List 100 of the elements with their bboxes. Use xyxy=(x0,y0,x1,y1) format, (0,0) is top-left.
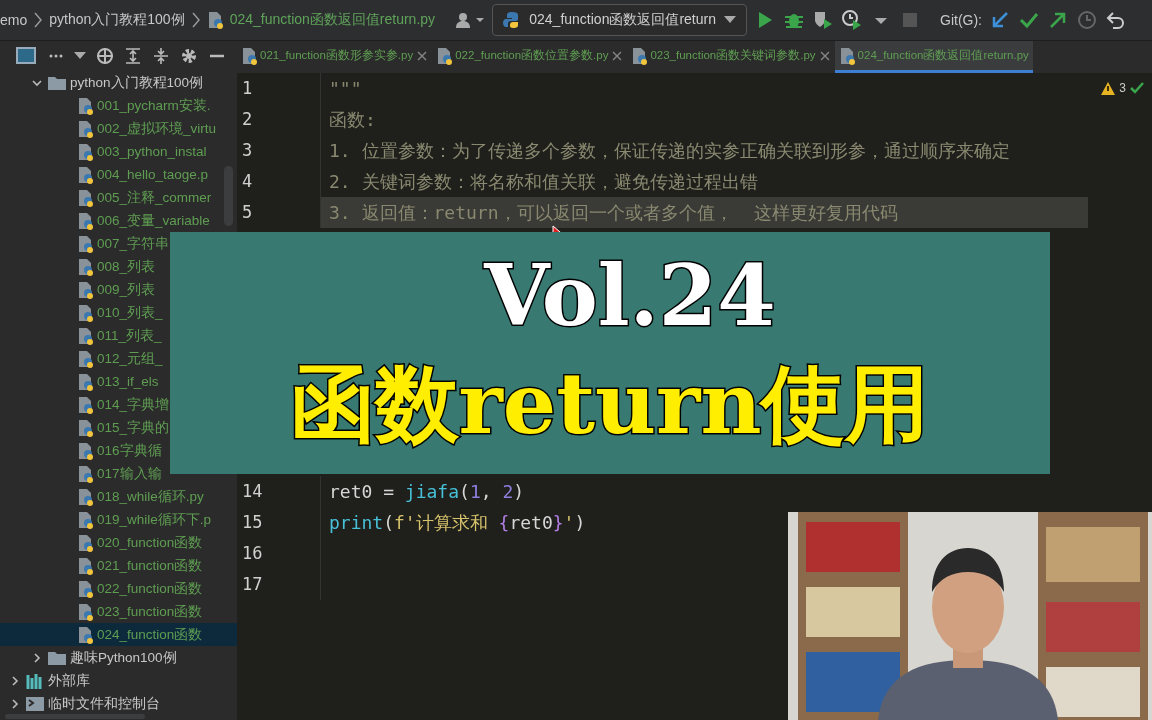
code-line: print(f'计算求和 {ret0}') xyxy=(328,511,587,535)
crosshair-icon[interactable] xyxy=(96,47,114,65)
code-line: 2. 关键词参数：将名称和值关联，避免传递过程出错 xyxy=(328,170,759,194)
tree-row[interactable]: 001_pycharm安装. xyxy=(0,94,213,117)
python-file-icon xyxy=(77,96,93,115)
user-icon[interactable] xyxy=(455,11,486,29)
tree-row[interactable]: 009_列表 xyxy=(0,278,158,301)
caret-down-icon[interactable] xyxy=(74,52,86,60)
file-name: 013_if_els xyxy=(97,374,159,389)
python-file-icon xyxy=(77,418,93,437)
tree-item[interactable]: 趣味Python100例 xyxy=(70,648,177,667)
caret-down-icon xyxy=(724,16,736,24)
more-icon[interactable] xyxy=(48,53,64,59)
python-file-icon xyxy=(77,464,93,483)
clock-run-icon[interactable] xyxy=(841,9,863,31)
file-name: 021_function函数 xyxy=(97,556,203,575)
python-file-icon xyxy=(77,211,93,230)
file-name: 012_元组_ xyxy=(97,349,163,368)
undo-icon[interactable] xyxy=(1105,9,1127,31)
python-file-icon xyxy=(77,234,93,253)
chevron-right-icon xyxy=(34,12,43,28)
python-file-icon xyxy=(77,510,93,529)
line-number: 16 xyxy=(237,538,321,569)
tree-row[interactable]: 019_while循环下.p xyxy=(0,508,214,531)
python-file-icon xyxy=(77,487,93,506)
python-file-icon xyxy=(77,280,93,299)
code-line: 1. 位置参数：为了传递多个参数，保证传递的实参正确关联到形参，通过顺序来确定 xyxy=(328,139,1011,163)
tree-row[interactable]: 020_function函数 xyxy=(0,531,205,554)
python-file-icon xyxy=(77,257,93,276)
tree-row[interactable]: 010_列表_ xyxy=(0,301,165,324)
file-name: 007_字符串 xyxy=(97,234,170,253)
python-file-icon xyxy=(77,165,93,184)
editor-tab[interactable]: 023_function函数关键词参数.py xyxy=(627,41,835,73)
python-file-icon xyxy=(77,533,93,552)
tree-row[interactable]: 024_function函数 xyxy=(0,623,237,646)
breadcrumb-item[interactable]: python入门教程100例 xyxy=(49,11,185,29)
tree-row[interactable]: 002_虚拟环境_virtu xyxy=(0,117,219,140)
tree-item[interactable]: 临时文件和控制台 xyxy=(48,694,160,713)
python-file-icon xyxy=(77,395,93,414)
editor-tab[interactable]: 021_function函数形参实参.py xyxy=(237,41,433,73)
close-icon[interactable] xyxy=(818,49,831,62)
python-file-icon xyxy=(241,46,257,65)
file-name: 019_while循环下.p xyxy=(97,510,212,529)
expand-all-icon[interactable] xyxy=(124,47,142,65)
close-icon[interactable] xyxy=(611,49,624,62)
tree-row[interactable]: 004_hello_taoge.p xyxy=(0,163,211,186)
tree-row[interactable]: 015_字典的 xyxy=(0,416,172,439)
tree-row[interactable]: 017输入输 xyxy=(0,462,164,485)
line-number: 15 xyxy=(237,507,321,538)
tree-row[interactable]: 008_列表 xyxy=(0,255,158,278)
file-name: 017输入输 xyxy=(97,464,162,483)
editor-tab[interactable]: 022_function函数位置参数.py xyxy=(432,41,628,73)
tree-item[interactable]: python入门教程100例 xyxy=(70,73,204,92)
folder-icon xyxy=(48,650,66,665)
close-icon[interactable] xyxy=(416,49,429,62)
tree-row[interactable]: 011_列表_ xyxy=(0,324,164,347)
python-file-icon xyxy=(631,46,648,65)
file-name: 023_function函数 xyxy=(97,602,203,621)
tree-row[interactable]: 013_if_els xyxy=(0,370,161,393)
chevron-right-icon xyxy=(191,12,200,28)
python-file-icon xyxy=(77,188,93,207)
line-number: 2 xyxy=(237,104,321,135)
run-config-dropdown[interactable]: 024_function函数返回值return xyxy=(492,4,747,36)
python-file-icon xyxy=(77,119,93,138)
file-name: 003_python_instal xyxy=(97,144,207,159)
tree-row[interactable]: 003_python_instal xyxy=(0,140,209,163)
warning-count[interactable]: 3 xyxy=(1119,81,1126,95)
python-file-icon xyxy=(838,46,855,65)
tree-row[interactable]: 007_字符串 xyxy=(0,232,172,255)
tree-row[interactable]: 012_元组_ xyxy=(0,347,165,370)
tree-row[interactable]: 014_字典增 xyxy=(0,393,172,416)
tree-row[interactable]: 022_function函数 xyxy=(0,577,205,600)
breadcrumb-item[interactable]: emo xyxy=(0,12,28,28)
shield-run-icon[interactable] xyxy=(812,9,834,31)
file-name: 010_列表_ xyxy=(97,303,163,322)
python-file-icon xyxy=(77,625,93,644)
file-name: 022_function函数 xyxy=(97,579,203,598)
tree-row[interactable]: 021_function函数 xyxy=(0,554,205,577)
breadcrumb-item[interactable]: 024_function函数返回值return.py xyxy=(229,11,436,29)
tree-row[interactable]: 006_变量_variable xyxy=(0,209,212,232)
code-line: """ xyxy=(328,77,363,101)
python-file-icon xyxy=(77,602,93,621)
tree-row[interactable]: 016字典循 xyxy=(0,439,164,462)
file-name: 008_列表 xyxy=(97,257,156,276)
file-name: 024_function函数 xyxy=(97,625,203,644)
editor-tab[interactable]: 024_function函数返回值return.py xyxy=(834,41,1033,73)
file-name: 011_列表_ xyxy=(97,326,162,345)
tree-row[interactable]: 018_while循环.py xyxy=(0,485,206,508)
tree-item[interactable]: 外部库 xyxy=(48,671,90,690)
tree-row[interactable]: 023_function函数 xyxy=(0,600,205,623)
line-number: 14 xyxy=(237,476,321,507)
checkmark-icon[interactable] xyxy=(1130,82,1144,94)
window-icon[interactable] xyxy=(16,47,38,65)
clock-icon[interactable] xyxy=(1076,9,1098,31)
python-file-icon xyxy=(77,556,93,575)
warning-icon[interactable] xyxy=(1101,81,1116,95)
settings-icon[interactable] xyxy=(180,47,198,65)
tree-row[interactable]: 005_注释_commer xyxy=(0,186,214,209)
collapse-all-icon[interactable] xyxy=(152,47,170,65)
python-file-icon xyxy=(77,441,93,460)
